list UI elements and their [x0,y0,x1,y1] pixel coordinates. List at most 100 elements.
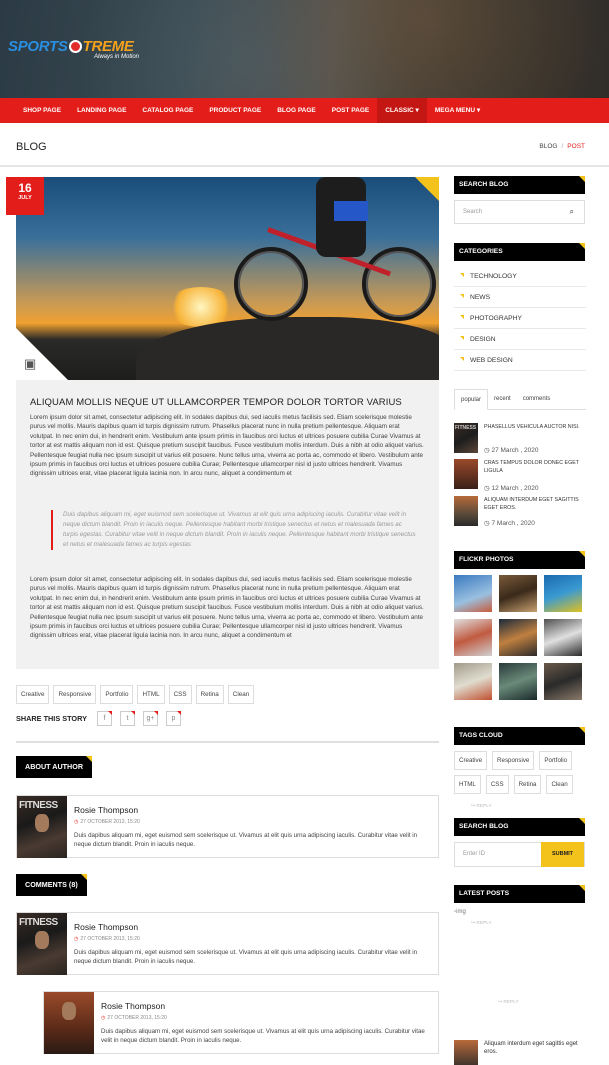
reply-link[interactable]: ↪ REPLY [498,1000,609,1005]
flickr-photo[interactable] [499,619,537,656]
cloud-tag-retina[interactable]: Retina [513,775,542,794]
tag-clean[interactable]: Clean [227,685,255,704]
popular-post-thumb: FITNESS [454,423,478,453]
nav-classic[interactable]: CLASSIC ▾ [377,98,427,123]
clock-icon: ◷ [74,819,79,825]
popular-post-date-text: 7 March , 2020 [491,520,535,527]
post-title[interactable]: ALIQUAM MOLLIS NEQUE UT ULLAMCORPER TEMP… [30,397,402,408]
comment-date: ◷ 27 OCTOBER 2013, 15:20 [74,936,140,942]
search-blog-heading: SEARCH BLOG [454,176,585,194]
pinterest-icon[interactable]: p [165,711,181,726]
comments-heading: COMMENTS (8) [16,874,87,896]
nav-catalog-page[interactable]: CATALOG PAGE [134,98,201,123]
clock-icon: ◷ [101,1015,106,1021]
cloud-tag-html[interactable]: HTML [454,775,481,794]
subscribe-input[interactable]: Enter ID [463,851,485,857]
avatar-face [35,931,49,949]
search-input[interactable]: Search ⌕ [454,200,585,224]
tab-recent[interactable]: recent [488,389,517,409]
image-bike-wheel [234,247,308,321]
facebook-icon[interactable]: f [96,711,112,726]
popular-post[interactable]: FITNESS PHASELLUS VEHICULA AUCTOR NISI. … [454,423,586,455]
search-icon[interactable]: ⌕ [570,201,574,223]
cloud-tag-css[interactable]: CSS [485,775,509,794]
latest-post-title[interactable]: Aliquam interdum eget sagittis eget eros… [484,1040,582,1056]
cloud-tag-responsive[interactable]: Responsive [492,751,535,770]
author-date-text: 27 OCTOBER 2013, 15:20 [80,819,140,825]
image-corner [16,328,68,380]
breadcrumb-separator: / [561,143,564,150]
tag-retina[interactable]: Retina [195,685,224,704]
share-label: SHARE THIS STORY [16,714,87,723]
tag-portfolio[interactable]: Portfolio [100,685,134,704]
tab-comments[interactable]: comments [517,389,557,409]
tag-css[interactable]: CSS [168,685,192,704]
breadcrumb-current: POST [567,143,585,150]
author-name[interactable]: Rosie Thompson [74,805,138,815]
site-logo[interactable]: SPORTS TREME [8,38,134,55]
category-web-design[interactable]: WEB DESIGN [454,350,586,371]
latest-post[interactable]: Aliquam interdum eget sagittis eget eros… [454,1040,586,1065]
tag-creative[interactable]: Creative [16,685,50,704]
comment-author[interactable]: Rosie Thompson [101,1001,165,1011]
main-nav: SHOP PAGE LANDING PAGE CATALOG PAGE PROD… [0,98,609,123]
popular-post-title[interactable]: CRAS TEMPUS DOLOR DONEC EGET LIGULA [484,459,582,475]
tag-html[interactable]: HTML [137,685,165,704]
post-paragraph: Lorem ipsum dolor sit amet, consectetur … [30,414,424,478]
logo-ball-icon [68,40,82,53]
category-design[interactable]: DESIGN [454,329,586,350]
comment-author[interactable]: Rosie Thompson [74,922,138,932]
category-technology[interactable]: TECHNOLOGY [454,266,586,287]
pin-ribbon-icon [415,177,439,201]
category-news[interactable]: NEWS [454,287,586,308]
flickr-photo[interactable] [499,575,537,612]
flickr-photo[interactable] [544,575,582,612]
popular-post[interactable]: CRAS TEMPUS DOLOR DONEC EGET LIGULA ◷ 12… [454,459,586,492]
breadcrumb-home[interactable]: BLOG [539,143,557,150]
comment-date: ◷ 27 OCTOBER 2013, 15:20 [101,1015,167,1021]
post-blockquote: Duis dapibus aliquam mi, eget euismod se… [51,510,416,550]
nav-mega-menu[interactable]: MEGA MENU ▾ [427,98,488,123]
post-featured-image[interactable]: ▣ [16,177,439,380]
google-plus-icon[interactable]: g+ [142,711,158,726]
flickr-photo[interactable] [454,575,492,612]
reply-link[interactable]: ↪ REPLY [471,921,603,926]
author-date: ◷ 27 OCTOBER 2013, 15:20 [74,819,140,825]
nav-blog-page[interactable]: BLOG PAGE [269,98,324,123]
clock-icon: ◷ [74,936,79,942]
author-box: FITNESS Rosie Thompson ◷ 27 OCTOBER 2013,… [16,795,492,858]
image-rider-shorts [334,201,368,221]
submit-button[interactable]: SUBMIT [541,842,584,867]
cloud-tag-creative[interactable]: Creative [454,751,488,770]
reply-label: REPLY [476,921,492,926]
latest-posts-heading: LATEST POSTS [454,885,585,903]
avatar-caption: FITNESS [19,800,58,811]
popular-post[interactable]: ALIQUAM INTERDUM EGET SAGITTIS EGET EROS… [454,496,586,528]
share-bar: SHARE THIS STORY f t g+ p [16,711,189,726]
subscribe-heading: SEARCH BLOG [454,818,585,836]
category-photography[interactable]: PHOTOGRAPHY [454,308,586,329]
cloud-tag-portfolio[interactable]: Portfolio [539,751,573,770]
popular-post-thumb [454,496,478,526]
flickr-photo[interactable] [499,663,537,700]
nav-shop-page[interactable]: SHOP PAGE [15,98,69,123]
flickr-photo[interactable] [454,619,492,656]
nav-landing-page[interactable]: LANDING PAGE [69,98,134,123]
flickr-photo[interactable] [454,663,492,700]
breadcrumb: BLOG / POST [539,143,585,150]
about-author-heading: ABOUT AUTHOR [16,756,93,778]
reply-link[interactable]: ↪ REPLY [471,804,603,809]
image-format-icon: ▣ [24,356,37,371]
cloud-tag-clean[interactable]: Clean [546,775,573,794]
twitter-icon[interactable]: t [119,711,135,726]
image-rock [136,317,439,380]
popular-post-title[interactable]: PHASELLUS VEHICULA AUCTOR NISI. [484,423,582,431]
flickr-photo[interactable] [544,663,582,700]
popular-post-title[interactable]: ALIQUAM INTERDUM EGET SAGITTIS EGET EROS… [484,496,582,512]
tab-popular[interactable]: popular [454,389,489,410]
tag-responsive[interactable]: Responsive [53,685,97,704]
nav-post-page[interactable]: POST PAGE [324,98,377,123]
flickr-photo[interactable] [544,619,582,656]
avatar-face [35,814,49,832]
nav-product-page[interactable]: PRODUCT PAGE [201,98,269,123]
